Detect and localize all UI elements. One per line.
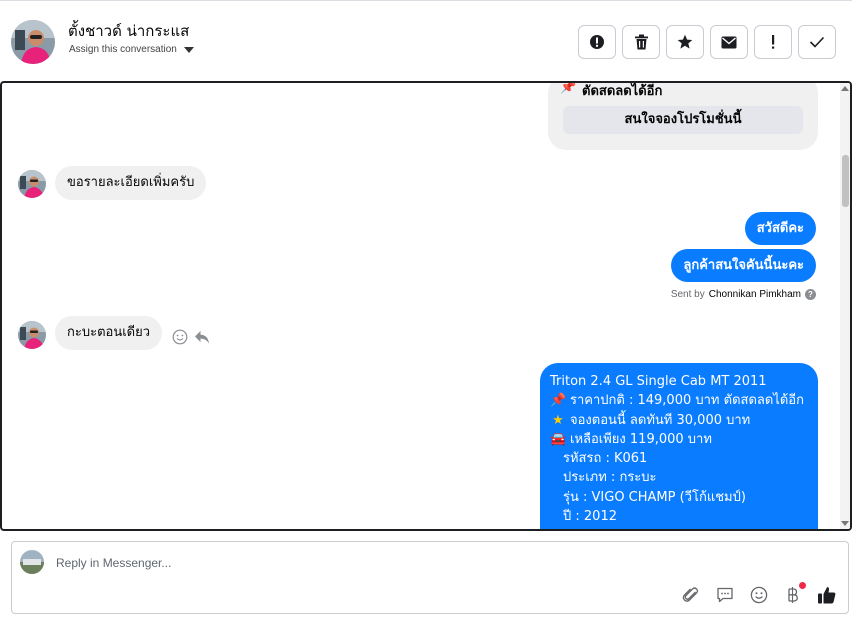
incoming-message: กะบะตอนเดียว — [55, 316, 163, 350]
star-icon — [677, 34, 693, 49]
message-actions — [172, 329, 210, 345]
contact-avatar[interactable] — [11, 20, 55, 64]
sent-by-prefix: Sent by — [670, 289, 705, 300]
outgoing-message: ลูกค้าสนใจคันนี้นะคะ — [671, 249, 816, 282]
star-button[interactable] — [666, 25, 704, 59]
smiley-icon[interactable] — [172, 329, 188, 345]
pin-icon: 📌 — [560, 81, 577, 95]
scrollbar[interactable] — [840, 83, 850, 529]
header-action-bar — [578, 25, 836, 59]
outgoing-message: สวัสดีคะ — [744, 212, 816, 245]
reply-icon[interactable] — [194, 329, 210, 345]
saved-replies-button[interactable] — [714, 584, 736, 606]
promo-year: ปี : 2012 — [563, 509, 617, 525]
promo-discount-line: ★ จองตอนนี้ ลดทันที 30,000 บาท — [550, 411, 808, 430]
help-icon[interactable]: ? — [805, 289, 816, 300]
assign-conversation-link[interactable]: Assign this conversation — [69, 44, 177, 55]
sent-by-label: Sent by Chonnikan Pimkham ? — [671, 289, 816, 300]
incoming-message: ขอรายละเอียดเพิ่มครับ — [55, 166, 207, 200]
paperclip-icon — [682, 587, 699, 602]
like-button[interactable] — [816, 584, 838, 606]
exclamation-icon — [772, 35, 775, 49]
mark-spam-button[interactable] — [578, 25, 616, 59]
promo-remaining-line: 🚘 เหลือเพียง 119,000 บาท — [550, 430, 808, 449]
promo-price-line: 📌 ราคาปกติ : 149,000 บาท ตัดสดลดได้อีก — [550, 391, 808, 410]
trash-icon — [634, 34, 648, 50]
attach-button[interactable] — [680, 584, 702, 606]
star-emoji-icon: ★ — [552, 412, 564, 428]
check-icon — [809, 36, 825, 48]
promo-code: รหัสรถ : K061 — [563, 451, 648, 467]
mark-done-button[interactable] — [798, 25, 836, 59]
thumbs-up-icon — [818, 587, 836, 604]
baht-icon — [788, 587, 798, 603]
message-thread[interactable]: 📌 ตัดสดลดได้อีก สนใจจองโปรโมชั่นนี้ ขอรา… — [0, 81, 852, 531]
chevron-down-icon[interactable] — [184, 47, 194, 53]
composer-toolbar — [680, 582, 838, 606]
smiley-icon — [750, 586, 768, 604]
chat-bubble-icon — [717, 587, 733, 603]
conversation-header: ตั้งชาวด์ น่ากระแส Assign this conversat… — [0, 0, 852, 82]
card-pin-text: ตัดสดลดได้อีก — [582, 84, 663, 99]
page-avatar — [20, 550, 44, 574]
promo-discount-text: จองตอนนี้ ลดทันที 30,000 บาท — [570, 412, 751, 428]
scroll-down-arrow-icon[interactable] — [841, 521, 849, 526]
envelope-icon — [721, 36, 737, 48]
promo-title: Triton 2.4 GL Single Cab MT 2011 — [550, 374, 767, 389]
mark-unread-button[interactable] — [710, 25, 748, 59]
payment-button[interactable] — [782, 582, 806, 606]
delete-button[interactable] — [622, 25, 660, 59]
outgoing-promotion-message: Triton 2.4 GL Single Cab MT 2011 📌 ราคาปก… — [540, 363, 818, 529]
reply-input[interactable] — [56, 554, 656, 572]
promo-model: รุ่น : VIGO CHAMP (วีโก้แชมป์) — [563, 489, 746, 505]
alert-circle-icon — [590, 35, 604, 49]
contact-avatar-small — [18, 321, 46, 349]
book-promotion-button[interactable]: สนใจจองโปรโมชั่นนี้ — [563, 106, 803, 134]
promotion-card: 📌 ตัดสดลดได้อีก สนใจจองโปรโมชั่นนี้ — [548, 81, 818, 150]
promo-price-text: ราคาปกติ : 149,000 บาท ตัดสดลดได้อีก — [570, 393, 804, 409]
sent-by-name: Chonnikan Pimkham — [708, 289, 801, 300]
follow-up-button[interactable] — [754, 25, 792, 59]
notification-dot — [799, 582, 806, 589]
promo-type: ประเภท : กระบะ — [563, 470, 657, 486]
contact-avatar-small — [18, 170, 46, 198]
promo-remaining-text: เหลือเพียง 119,000 บาท — [570, 431, 712, 447]
reply-composer — [11, 541, 849, 614]
scroll-up-arrow-icon[interactable] — [841, 86, 849, 91]
scrollbar-thumb[interactable] — [842, 155, 849, 207]
car-icon: 🚘 — [550, 431, 567, 447]
contact-name: ตั้งชาวด์ น่ากระแส — [68, 22, 190, 40]
emoji-button[interactable] — [748, 584, 770, 606]
pin-icon: 📌 — [550, 393, 567, 409]
